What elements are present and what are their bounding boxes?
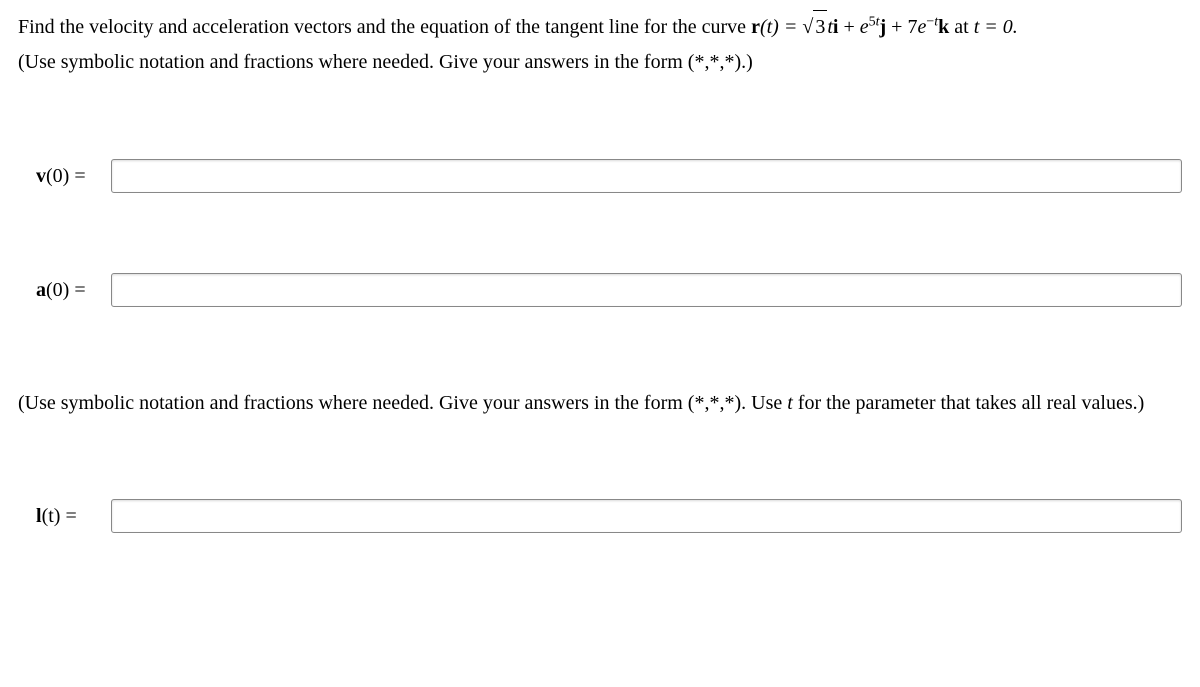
input-a0[interactable] bbox=[111, 273, 1182, 307]
instruction-1: (Use symbolic notation and fractions whe… bbox=[18, 51, 1182, 74]
problem-t-value: t = 0. bbox=[974, 16, 1018, 38]
problem-intro: Find the velocity and acceleration vecto… bbox=[18, 16, 751, 38]
problem-statement: Find the velocity and acceleration vecto… bbox=[18, 10, 1182, 43]
answer-row-v: v(0) = bbox=[36, 159, 1182, 193]
answer-row-a: a(0) = bbox=[36, 273, 1182, 307]
answer-row-l: l(t) = bbox=[36, 499, 1182, 533]
label-v0: v(0) = bbox=[36, 165, 101, 188]
label-lt: l(t) = bbox=[36, 505, 101, 528]
label-a0: a(0) = bbox=[36, 279, 101, 302]
problem-equation: r(t) = 3ti + e5tj + 7e−tk bbox=[751, 16, 954, 38]
input-v0[interactable] bbox=[111, 159, 1182, 193]
instruction-2: (Use symbolic notation and fractions whe… bbox=[18, 387, 1182, 419]
input-lt[interactable] bbox=[111, 499, 1182, 533]
